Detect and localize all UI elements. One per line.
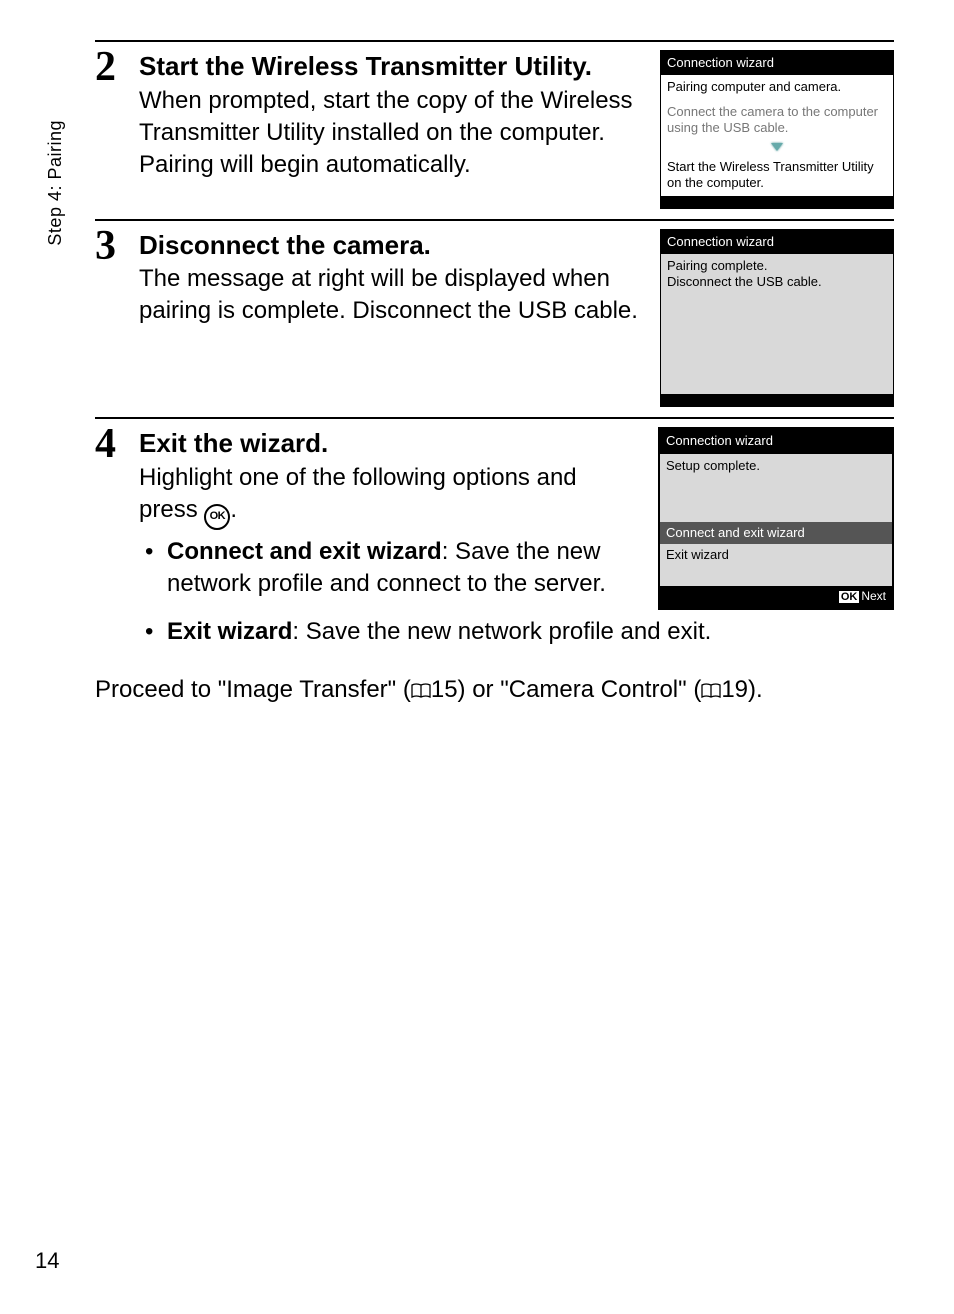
vertical-tab-label: Step 4: Pairing (45, 120, 66, 246)
page-ref: 15 (431, 676, 458, 703)
screenshot-connection-wizard: Connection wizard Pairing computer and c… (660, 50, 894, 209)
screenshot-line: Setup complete. (660, 454, 892, 522)
step-number: 3 (95, 225, 139, 267)
ok-icon: OK (204, 504, 230, 530)
screenshot-ok-bar: OKNext (660, 586, 892, 608)
list-item: Connect and exit wizard: Save the new ne… (139, 536, 640, 601)
screenshot-bottom-bar (661, 196, 893, 208)
step-body: Exit the wizard. Highlight one of the fo… (139, 423, 894, 706)
screenshot-column: Connection wizard Setup complete. Connec… (658, 427, 894, 609)
screenshot-line: Disconnect the USB cable. (661, 274, 893, 294)
bullet-list: Connect and exit wizard: Save the new ne… (139, 536, 640, 601)
next-label: Next (861, 589, 886, 603)
text: ). (748, 676, 763, 703)
chevron-down-icon (771, 143, 783, 151)
step-body: Start the Wireless Transmitter Utility. … (139, 46, 894, 209)
screenshot-line: Connect the camera to the computer using… (661, 100, 893, 141)
step-2: 2 Start the Wireless Transmitter Utility… (95, 40, 894, 209)
screenshot-title: Connection wizard (661, 51, 893, 75)
screenshot-option: Exit wizard (660, 544, 892, 586)
screenshot-body: Pairing complete. Disconnect the USB cab… (661, 254, 893, 395)
step-number: 2 (95, 46, 139, 88)
step-text-column: Disconnect the camera. The message at ri… (139, 229, 642, 328)
screenshot-column: Connection wizard Pairing complete. Disc… (660, 229, 894, 408)
screenshot-line: Pairing computer and camera. (661, 75, 893, 99)
list-item: Exit wizard: Save the new network profil… (139, 616, 894, 648)
text: ) or "Camera Control" ( (458, 676, 702, 703)
step-description: When prompted, start the copy of the Wir… (139, 85, 642, 182)
ok-badge: OK (839, 591, 860, 603)
step-4: 4 Exit the wizard. Highlight one of the … (95, 417, 894, 706)
page-number: 14 (35, 1248, 59, 1274)
screenshot-title: Connection wizard (660, 429, 892, 453)
screenshot-spacer (661, 294, 893, 394)
screenshot-line: Start the Wireless Transmitter Utility o… (661, 155, 893, 196)
proceed-text: Proceed to "Image Transfer" ( 15) or "Cam… (95, 674, 894, 706)
text: Proceed to "Image Transfer" ( (95, 676, 411, 703)
screenshot-bottom-bar (661, 394, 893, 406)
screenshot-option-selected: Connect and exit wizard (660, 522, 892, 544)
screenshot-line: Pairing complete. (661, 254, 893, 274)
bullet-label: Exit wizard (167, 618, 292, 645)
step-text-column: Exit the wizard. Highlight one of the fo… (139, 427, 640, 604)
step-text-column: Start the Wireless Transmitter Utility. … (139, 50, 642, 182)
step-title: Disconnect the camera. (139, 229, 642, 262)
step-intro: Highlight one of the following options a… (139, 462, 640, 530)
bullet-rest: : Save the new network profile and exit. (292, 618, 711, 645)
step-title: Start the Wireless Transmitter Utility. (139, 50, 642, 83)
book-icon (701, 683, 721, 699)
arrow-row (661, 140, 893, 155)
step-title: Exit the wizard. (139, 427, 640, 460)
book-icon (411, 683, 431, 699)
step-body: Disconnect the camera. The message at ri… (139, 225, 894, 408)
intro-text: . (230, 496, 237, 523)
bullet-label: Connect and exit wizard (167, 538, 442, 565)
screenshot-connection-wizard: Connection wizard Setup complete. Connec… (658, 427, 894, 609)
screenshot-connection-wizard: Connection wizard Pairing complete. Disc… (660, 229, 894, 408)
screenshot-title: Connection wizard (661, 230, 893, 254)
bullet-list: Exit wizard: Save the new network profil… (139, 616, 894, 648)
step-3: 3 Disconnect the camera. The message at … (95, 219, 894, 408)
page: Step 4: Pairing 2 Start the Wireless Tra… (0, 0, 954, 1314)
step-description: The message at right will be displayed w… (139, 263, 642, 328)
step-number: 4 (95, 423, 139, 465)
screenshot-column: Connection wizard Pairing computer and c… (660, 50, 894, 209)
page-ref: 19 (721, 676, 748, 703)
